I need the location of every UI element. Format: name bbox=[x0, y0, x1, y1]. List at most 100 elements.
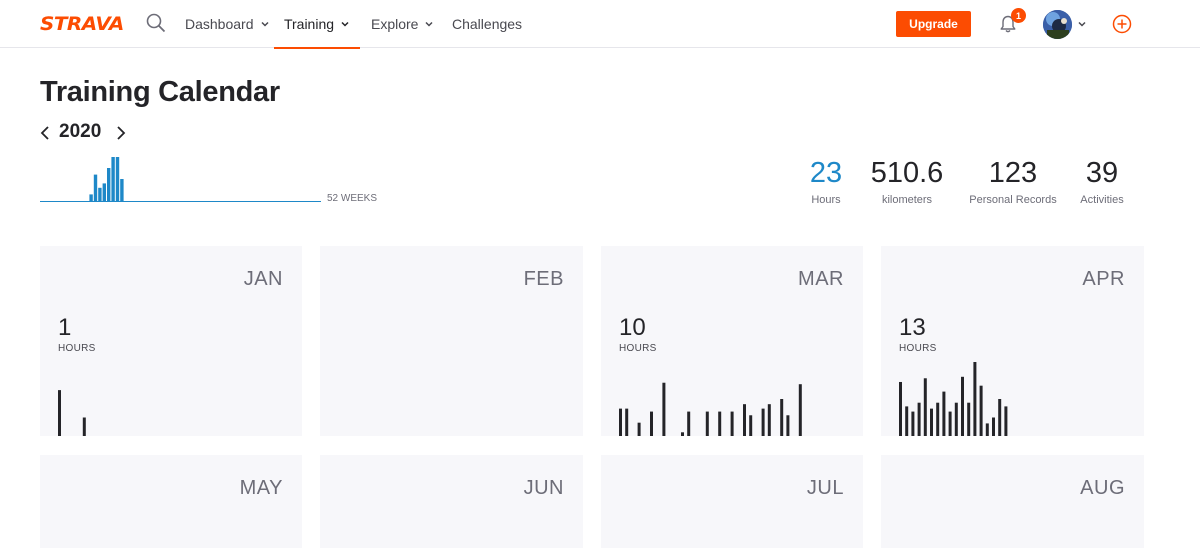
notification-badge: 1 bbox=[1011, 8, 1026, 23]
month-name: JAN bbox=[243, 268, 283, 290]
stat-personal-records-label: Personal Records bbox=[969, 194, 1057, 206]
stat-kilometers-label: kilometers bbox=[881, 194, 933, 206]
day-activity-bar bbox=[798, 384, 802, 436]
day-activity-bar bbox=[923, 378, 927, 436]
month-card-apr[interactable]: APR 13 HOURS bbox=[881, 246, 1144, 436]
day-activity-bar bbox=[930, 408, 933, 436]
week-bar bbox=[111, 157, 115, 201]
day-activity-bar bbox=[761, 408, 765, 436]
avatar-image bbox=[1043, 10, 1072, 39]
day-activity-bar bbox=[905, 406, 909, 436]
week-bar bbox=[89, 194, 93, 201]
chevron-right-icon[interactable] bbox=[114, 124, 128, 142]
day-activity-bar bbox=[985, 423, 989, 436]
nav-dashboard[interactable]: Dashboard bbox=[185, 0, 270, 48]
month-hours-unit: HOURS bbox=[619, 343, 657, 354]
nav-dashboard-label: Dashboard bbox=[185, 16, 254, 32]
day-activity-bar bbox=[936, 402, 940, 436]
day-activity-bar bbox=[767, 404, 771, 436]
month-activity-bars bbox=[899, 362, 1008, 436]
nav-challenges-label: Challenges bbox=[452, 16, 523, 32]
avatar[interactable] bbox=[1043, 10, 1072, 39]
chevron-down-icon[interactable] bbox=[1077, 19, 1087, 29]
day-activity-bar bbox=[82, 417, 86, 436]
day-activity-bar bbox=[637, 422, 641, 436]
month-card-may[interactable]: MAY bbox=[40, 455, 302, 548]
week-bar bbox=[102, 183, 106, 201]
month-card-mar[interactable]: MAR 10 HOURS bbox=[601, 246, 863, 436]
day-activity-bar bbox=[961, 376, 964, 436]
day-activity-bar bbox=[650, 411, 653, 436]
day-activity-bar bbox=[786, 415, 790, 436]
week-bar bbox=[107, 168, 111, 201]
month-card-jul[interactable]: JUL bbox=[601, 455, 863, 548]
day-activity-bar bbox=[998, 399, 1002, 436]
month-hours-value: 13 bbox=[899, 314, 926, 341]
stat-hours-value: 23 bbox=[809, 157, 843, 189]
week-bar bbox=[93, 174, 98, 201]
stat-activities-label: Activities bbox=[1080, 194, 1124, 206]
day-activity-bar bbox=[58, 390, 61, 436]
month-card-jun[interactable]: JUN bbox=[320, 455, 583, 548]
day-activity-bar bbox=[917, 402, 921, 436]
month-hours-value: 1 bbox=[58, 314, 72, 341]
chevron-down-icon bbox=[425, 21, 433, 27]
day-activity-bar bbox=[730, 411, 734, 436]
page-title: Training Calendar bbox=[40, 76, 280, 108]
month-activity-bars bbox=[58, 390, 86, 436]
month-name: MAY bbox=[239, 477, 283, 499]
month-activity-bars bbox=[619, 382, 802, 436]
stat-personal-records: 123 Personal Records bbox=[962, 156, 1064, 206]
day-activity-bar bbox=[687, 411, 691, 436]
week-bar bbox=[120, 179, 124, 201]
upgrade-button[interactable]: Upgrade bbox=[896, 11, 971, 37]
stat-hours-label: Hours bbox=[811, 194, 841, 206]
month-name: MAR bbox=[798, 268, 844, 290]
month-card-aug[interactable]: AUG bbox=[881, 455, 1144, 548]
month-card-feb[interactable]: FEB bbox=[320, 246, 583, 436]
weeks-label: 52 WEEKS bbox=[327, 193, 378, 204]
day-activity-bar bbox=[619, 408, 622, 436]
strava-logo[interactable]: STRAVA bbox=[40, 13, 124, 35]
month-hours-unit: HOURS bbox=[58, 343, 96, 354]
day-activity-bar bbox=[973, 362, 977, 436]
day-activity-bar bbox=[942, 391, 946, 436]
day-activity-bar bbox=[911, 411, 915, 436]
day-activity-bar bbox=[899, 381, 902, 436]
day-activity-bar bbox=[954, 402, 958, 436]
stat-activities-value: 39 bbox=[1085, 157, 1119, 189]
add-activity-icon[interactable] bbox=[1112, 14, 1132, 34]
day-activity-bar bbox=[967, 402, 971, 436]
day-activity-bar bbox=[1004, 406, 1008, 436]
day-activity-bar bbox=[718, 411, 722, 436]
month-name: JUL bbox=[806, 477, 844, 499]
day-activity-bar bbox=[705, 411, 709, 436]
logo-text: STRAVA bbox=[40, 13, 124, 35]
month-name: AUG bbox=[1080, 477, 1125, 499]
year-label: 2020 bbox=[59, 121, 102, 142]
month-card-jan[interactable]: JAN 1 HOURS bbox=[40, 246, 302, 436]
day-activity-bar bbox=[992, 417, 995, 436]
search-icon[interactable] bbox=[146, 13, 166, 33]
week-bar bbox=[115, 157, 120, 201]
chevron-down-icon bbox=[260, 21, 269, 27]
month-hours-value: 10 bbox=[619, 314, 646, 341]
day-activity-bar bbox=[749, 415, 753, 436]
day-activity-bar bbox=[780, 399, 784, 436]
nav-challenges[interactable]: Challenges bbox=[452, 0, 522, 48]
chevron-down-icon bbox=[341, 21, 349, 27]
stat-activities: 39 Activities bbox=[1072, 156, 1132, 206]
month-activity-bars bbox=[320, 356, 582, 436]
weekly-activity-chart[interactable] bbox=[40, 150, 325, 205]
day-activity-bar bbox=[743, 404, 746, 436]
chevron-left-icon[interactable] bbox=[38, 124, 52, 142]
month-name: APR bbox=[1082, 268, 1125, 290]
nav-training-label: Training bbox=[283, 16, 335, 32]
day-activity-bar bbox=[625, 408, 629, 436]
nav-explore-label: Explore bbox=[371, 16, 419, 32]
nav-explore[interactable]: Explore bbox=[371, 0, 434, 48]
top-navigation: STRAVA Dashboard Training Explore Challe… bbox=[0, 0, 1200, 49]
week-bar bbox=[98, 187, 102, 201]
stat-kilometers: 510.6 kilometers bbox=[862, 156, 952, 206]
nav-training[interactable]: Training bbox=[274, 0, 360, 49]
